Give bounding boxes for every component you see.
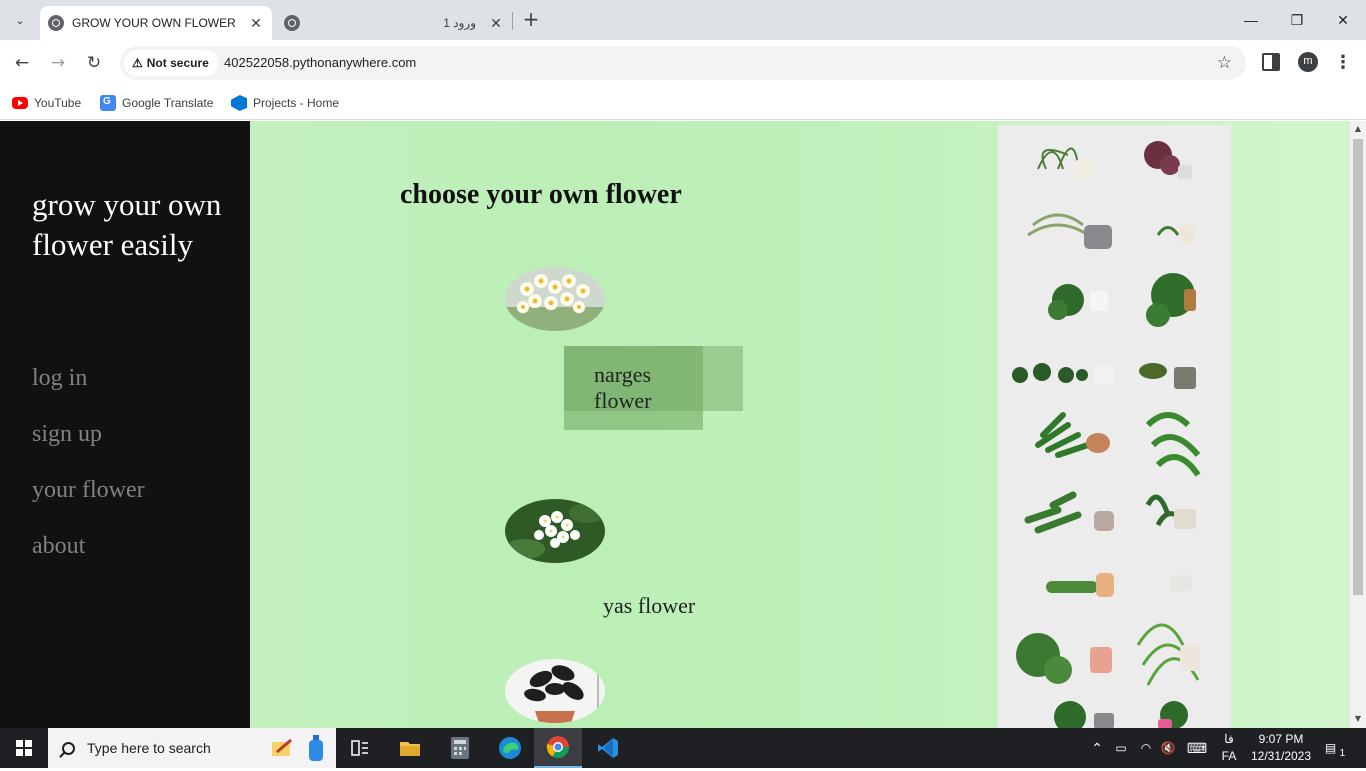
browser-toolbar: ← → ↻ ⚠ Not secure 402522058.pythonanywh… <box>0 40 1366 86</box>
volume-muted-icon[interactable]: 🔇 <box>1158 728 1178 768</box>
bookmark-google-translate[interactable]: Google Translate <box>100 92 213 114</box>
close-window-button[interactable]: ✕ <box>1320 0 1366 40</box>
tab-active[interactable]: GROW YOUR OWN FLOWER ✕ <box>40 6 272 40</box>
scroll-down-icon[interactable]: ▼ <box>1353 714 1363 724</box>
bookmark-projects-home[interactable]: Projects - Home <box>231 92 339 114</box>
tab-inactive[interactable]: ورود 1 ✕ <box>276 6 512 40</box>
wifi-icon[interactable]: ◠ <box>1136 728 1156 768</box>
arrow-right-icon: → <box>50 53 66 73</box>
flower-name-yas[interactable]: yas flower <box>603 593 695 619</box>
new-tab-button[interactable]: + <box>520 8 542 32</box>
sidebar: grow your own flower easily log in sign … <box>0 121 250 728</box>
bookmark-label: Google Translate <box>122 96 214 110</box>
reload-button[interactable]: ↻ <box>81 50 107 76</box>
azure-devops-icon <box>231 95 247 111</box>
youtube-icon <box>12 97 28 109</box>
address-bar[interactable]: ⚠ Not secure 402522058.pythonanywhere.co… <box>120 46 1246 80</box>
chevron-down-icon: ⌄ <box>15 13 25 27</box>
notification-count: 1 <box>1339 748 1346 759</box>
tab-close-icon[interactable]: ✕ <box>248 15 264 32</box>
chevron-up-icon[interactable]: ⌃ <box>1088 728 1106 768</box>
tab-title: ورود 1 <box>443 16 476 30</box>
flower-name-line: narges <box>594 362 652 387</box>
back-button[interactable]: ← <box>9 50 35 76</box>
bookmark-star-icon[interactable]: ☆ <box>1217 46 1232 80</box>
language-indicator[interactable]: فا FA <box>1218 731 1240 771</box>
windows-taskbar: Type here to search ⌃ ▭ ◠ 🔇 ⌨ فا FA 9:07… <box>0 728 1366 768</box>
bookmark-label: Projects - Home <box>253 96 340 110</box>
nav-about[interactable]: about <box>32 533 85 560</box>
page-title: choose your own flower <box>400 179 682 210</box>
potted-houseplants-collage <box>998 125 1231 728</box>
site-brand: grow your own flower easily <box>32 187 222 262</box>
security-chip[interactable]: ⚠ Not secure <box>124 50 218 76</box>
file-explorer-icon[interactable] <box>386 728 434 768</box>
reload-icon: ↻ <box>86 53 102 73</box>
chrome-icon[interactable] <box>534 728 582 768</box>
scroll-thumb[interactable] <box>1353 139 1363 595</box>
more-menu-icon[interactable]: ⋮ <box>1334 50 1352 76</box>
bookmark-label: YouTube <box>34 96 82 110</box>
main-content: choose your own flower narges flower yas… <box>250 121 1350 728</box>
edge-icon[interactable] <box>486 728 534 768</box>
side-panel-icon[interactable] <box>1262 53 1280 71</box>
flower-label-box <box>564 346 743 411</box>
battery-icon[interactable]: ▭ <box>1110 728 1132 768</box>
tab-separator <box>512 12 513 30</box>
system-clock[interactable]: 9:07 PM 12/31/2023 <box>1245 731 1317 765</box>
flower-name-line: flower <box>594 388 652 413</box>
language-native: فا <box>1224 732 1234 746</box>
vscode-icon[interactable] <box>584 728 632 768</box>
dark-leaf-potted-plant-photo[interactable] <box>505 659 605 723</box>
bookmark-youtube[interactable]: YouTube <box>12 92 81 114</box>
tab-title: GROW YOUR OWN FLOWER <box>72 16 236 30</box>
arrow-left-icon: ← <box>14 53 30 73</box>
globe-icon <box>48 15 64 31</box>
flower-name-narges[interactable]: narges flower <box>594 362 651 414</box>
warning-icon: ⚠ <box>132 56 143 70</box>
url-text[interactable]: 402522058.pythonanywhere.com <box>224 46 416 80</box>
globe-icon <box>284 15 300 31</box>
notifications-button[interactable]: ▤ 1 <box>1318 728 1352 768</box>
tab-search-button[interactable]: ⌄ <box>8 8 32 32</box>
security-label: Not secure <box>146 56 209 70</box>
bottle-app-icon[interactable] <box>298 728 334 768</box>
windows-start-icon[interactable] <box>16 740 32 756</box>
calculator-icon[interactable] <box>436 728 484 768</box>
task-view-icon[interactable] <box>336 728 384 768</box>
forward-button[interactable]: → <box>45 50 71 76</box>
page-viewport: grow your own flower easily log in sign … <box>0 121 1366 728</box>
search-icon <box>62 741 75 755</box>
minimize-button[interactable]: — <box>1228 0 1274 40</box>
page-scrollbar[interactable]: ▲ ▼ <box>1350 121 1366 728</box>
keyboard-icon[interactable]: ⌨ <box>1182 728 1212 768</box>
tab-strip: ⌄ GROW YOUR OWN FLOWER ✕ ورود 1 ✕ + — ❐ … <box>0 0 1366 40</box>
search-placeholder: Type here to search <box>87 740 211 756</box>
language-code: FA <box>1221 749 1237 763</box>
narcissus-flowers-photo[interactable] <box>505 267 605 331</box>
sticky-notes-icon[interactable] <box>262 728 302 768</box>
clock-time: 9:07 PM <box>1258 732 1304 746</box>
scroll-up-icon[interactable]: ▲ <box>1353 124 1363 134</box>
bookmarks-bar: YouTube Google Translate Projects - Home <box>0 86 1366 120</box>
jasmine-flowers-photo[interactable] <box>505 499 605 563</box>
nav-your-flower[interactable]: your flower <box>32 477 145 504</box>
clock-date: 12/31/2023 <box>1250 749 1312 763</box>
restore-button[interactable]: ❐ <box>1274 0 1320 40</box>
profile-avatar[interactable]: m <box>1298 52 1318 72</box>
nav-log-in[interactable]: log in <box>32 365 87 392</box>
notification-icon: ▤ <box>1324 741 1337 755</box>
tab-close-icon[interactable]: ✕ <box>488 15 504 32</box>
nav-sign-up[interactable]: sign up <box>32 421 102 448</box>
google-translate-icon <box>100 95 116 111</box>
